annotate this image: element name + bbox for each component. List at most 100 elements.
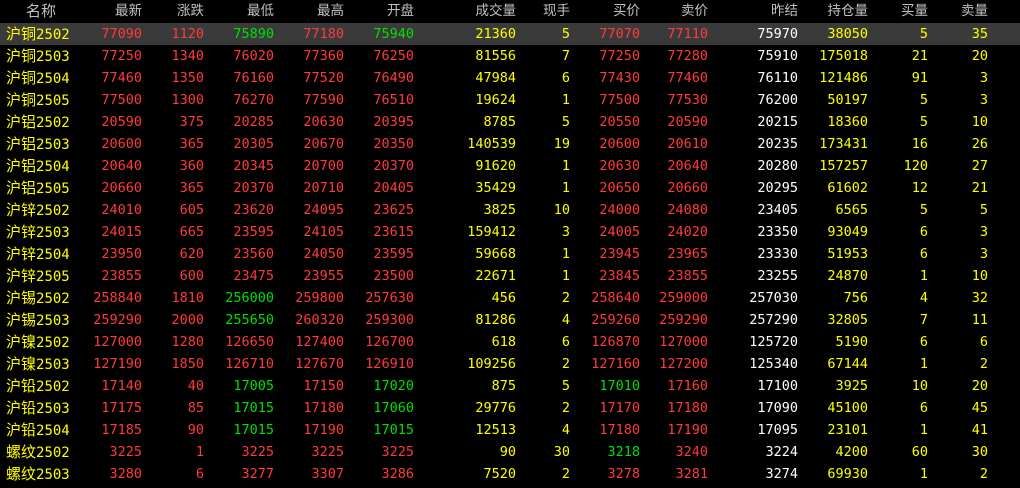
cell-high: 260320: [295, 312, 344, 328]
cell-change: 365: [179, 180, 204, 196]
cell-bid-size: 5: [919, 202, 928, 218]
table-row[interactable]: 沪锡2503 259290 2000 255650 260320 259300 81286 4…: [0, 309, 1020, 331]
cell-last: 20590: [101, 114, 142, 130]
table-row[interactable]: 沪铝2502 20590 375 20285 20630 20395 8785 5 20550 2…: [0, 111, 1020, 133]
table-row[interactable]: 沪铝2504 20640 360 20345 20700 20370 91620 1 20630…: [0, 155, 1020, 177]
cell-change: 1300: [171, 92, 204, 108]
cell-last-size: 6: [561, 334, 570, 350]
cell-ask: 20590: [667, 114, 708, 130]
table-row[interactable]: 沪铝2503 20600 365 20305 20670 20350 140539 19 206…: [0, 133, 1020, 155]
cell-open-interest: 32805: [827, 312, 868, 328]
header-change[interactable]: 涨跌: [146, 0, 204, 23]
contract-name: 沪铝2504: [6, 155, 76, 177]
table-header: 名称 最新 涨跌 最低 最高 开盘 成交量 现手 买价 卖价 昨结 持仓量 买量…: [0, 0, 1020, 23]
contract-code: 2505: [36, 181, 70, 197]
cell-bid-size: 1: [919, 466, 928, 482]
cell-prev-settle: 17095: [757, 422, 798, 438]
table-row[interactable]: 沪锌2504 23950 620 23560 24050 23595 59668 1 23945…: [0, 243, 1020, 265]
table-row[interactable]: 沪镍2502 127000 1280 126650 127400 126700 618 6 12…: [0, 331, 1020, 353]
header-open[interactable]: 开盘: [348, 0, 414, 23]
header-volume[interactable]: 成交量: [430, 0, 517, 23]
cell-low: 126650: [225, 334, 274, 350]
cell-open-interest: 4200: [835, 444, 868, 460]
contract-code: 2502: [36, 115, 70, 131]
cell-volume: 12513: [475, 422, 516, 438]
cell-bid-size: 6: [919, 334, 928, 350]
contract-prefix: 螺纹: [6, 443, 37, 461]
cell-volume: 875: [491, 378, 516, 394]
contract-name: 螺纹2502: [6, 441, 76, 463]
header-bid[interactable]: 买价: [574, 0, 640, 23]
contract-name: 沪锡2502: [6, 287, 76, 309]
quote-table: 名称 最新 涨跌 最低 最高 开盘 成交量 现手 买价 卖价 昨结 持仓量 买量…: [0, 0, 1020, 485]
cell-last-size: 6: [561, 70, 570, 86]
cell-ask: 77530: [667, 92, 708, 108]
cell-last-size: 10: [553, 202, 570, 218]
cell-low: 23595: [233, 224, 274, 240]
contract-name: 沪锡2503: [6, 309, 76, 331]
cell-last-size: 2: [561, 356, 570, 372]
cell-last-size: 19: [553, 136, 570, 152]
table-row[interactable]: 沪铅2502 17140 40 17005 17150 17020 875 5 17010 171…: [0, 375, 1020, 397]
cell-open: 76510: [373, 92, 414, 108]
table-row[interactable]: 沪镍2503 127190 1850 126710 127670 126910 109256…: [0, 353, 1020, 375]
header-open-interest[interactable]: 持仓量: [804, 0, 869, 23]
contract-prefix: 沪镍: [6, 355, 37, 373]
table-row[interactable]: 螺纹2503 3280 6 3277 3307 3286 7520 2 3278 3281 3274…: [0, 463, 1020, 485]
cell-bid: 258640: [591, 290, 640, 306]
cell-bid-size: 1: [919, 356, 928, 372]
cell-open-interest: 157257: [819, 158, 868, 174]
cell-prev-settle: 23405: [757, 202, 798, 218]
contract-prefix: 沪铅: [6, 377, 37, 395]
header-name[interactable]: 名称: [6, 0, 76, 23]
cell-ask: 20610: [667, 136, 708, 152]
cell-change: 90: [187, 422, 204, 438]
cell-open-interest: 18360: [827, 114, 868, 130]
cell-open: 23500: [373, 268, 414, 284]
cell-volume: 29776: [475, 400, 516, 416]
cell-prev-settle: 20235: [757, 136, 798, 152]
cell-last-size: 3: [561, 224, 570, 240]
cell-prev-settle: 125340: [749, 356, 798, 372]
cell-ask: 20660: [667, 180, 708, 196]
table-row[interactable]: 沪锌2505 23855 600 23475 23955 23500 22671 1 23845…: [0, 265, 1020, 287]
table-row[interactable]: 沪铜2502 77090 1120 75890 77180 75940 21360 5 7707…: [0, 23, 1020, 45]
cell-ask-size: 10: [971, 268, 988, 284]
header-last-size[interactable]: 现手: [522, 0, 570, 23]
cell-high: 17180: [303, 400, 344, 416]
cell-bid-size: 6: [919, 224, 928, 240]
table-row[interactable]: 沪铜2504 77460 1350 76160 77520 76490 47984 6 7743…: [0, 67, 1020, 89]
header-last[interactable]: 最新: [78, 0, 142, 23]
table-row[interactable]: 沪铝2505 20660 365 20370 20710 20405 35429 1 20650…: [0, 177, 1020, 199]
cell-low: 20370: [233, 180, 274, 196]
cell-bid: 126870: [591, 334, 640, 350]
cell-high: 127670: [295, 356, 344, 372]
table-row[interactable]: 沪锡2502 258840 1810 256000 259800 257630 456 2 25…: [0, 287, 1020, 309]
cell-low: 23620: [233, 202, 274, 218]
cell-volume: 81286: [475, 312, 516, 328]
cell-change: 1350: [171, 70, 204, 86]
header-low[interactable]: 最低: [208, 0, 274, 23]
table-row[interactable]: 沪铅2504 17185 90 17015 17190 17015 12513 4 17180 1…: [0, 419, 1020, 441]
cell-low: 20345: [233, 158, 274, 174]
cell-low: 17015: [233, 400, 274, 416]
cell-change: 85: [187, 400, 204, 416]
header-prev-settle[interactable]: 昨结: [730, 0, 798, 23]
table-row[interactable]: 沪铜2503 77250 1340 76020 77360 76250 81556 7 7725…: [0, 45, 1020, 67]
table-row[interactable]: 沪锌2502 24010 605 23620 24095 23625 3825 10 24000…: [0, 199, 1020, 221]
cell-prev-settle: 75970: [757, 26, 798, 42]
cell-open: 76250: [373, 48, 414, 64]
header-ask[interactable]: 卖价: [642, 0, 708, 23]
cell-ask: 127000: [659, 334, 708, 350]
cell-last-size: 1: [561, 268, 570, 284]
header-high[interactable]: 最高: [278, 0, 344, 23]
contract-prefix: 沪铜: [6, 47, 37, 65]
cell-bid: 20600: [599, 136, 640, 152]
header-bid-size[interactable]: 买量: [872, 0, 928, 23]
table-row[interactable]: 沪锌2503 24015 665 23595 24105 23615 159412 3 2400…: [0, 221, 1020, 243]
cell-low: 255650: [225, 312, 274, 328]
table-row[interactable]: 螺纹2502 3225 1 3225 3225 3225 90 30 3218 3240 3224 4…: [0, 441, 1020, 463]
table-row[interactable]: 沪铅2503 17175 85 17015 17180 17060 29776 2 17170 1…: [0, 397, 1020, 419]
table-row[interactable]: 沪铜2505 77500 1300 76270 77590 76510 19624 1 7750…: [0, 89, 1020, 111]
header-ask-size[interactable]: 卖量: [932, 0, 988, 23]
